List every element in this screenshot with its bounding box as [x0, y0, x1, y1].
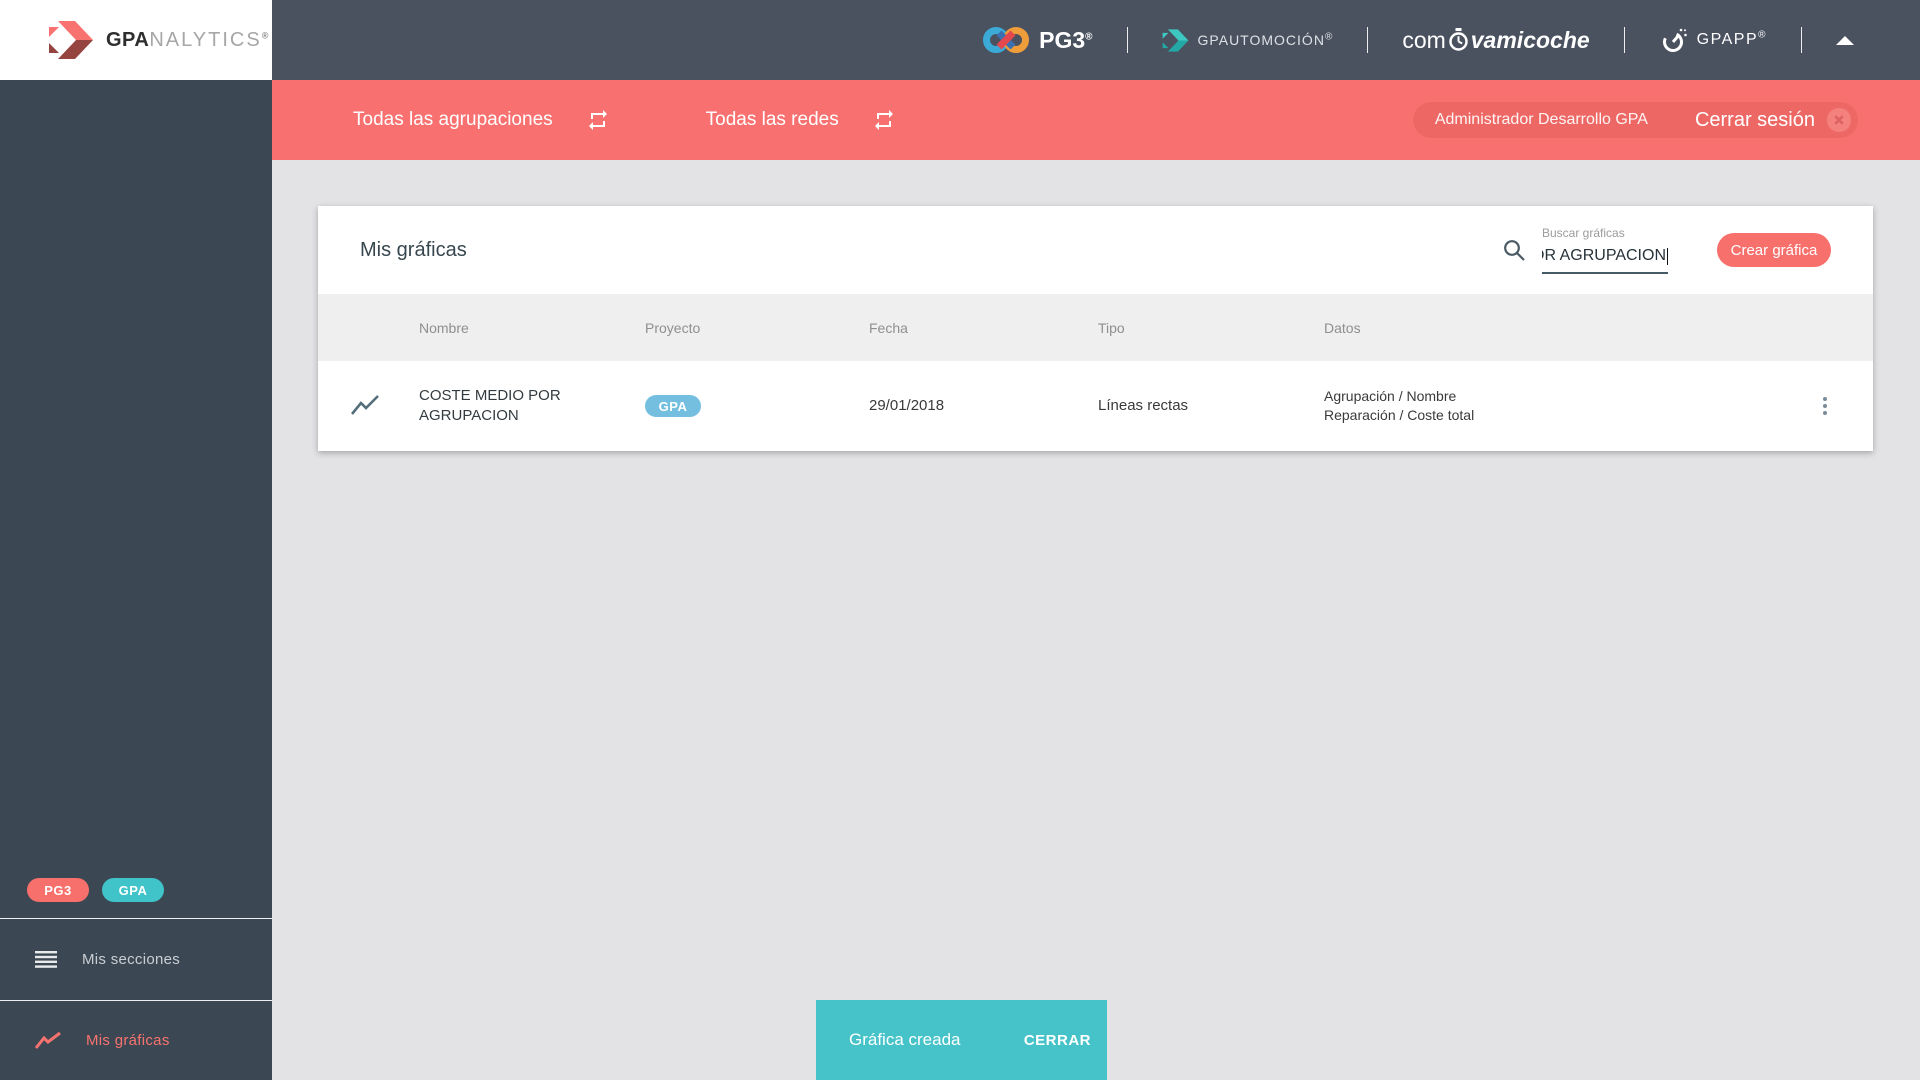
sidebar: PG3 GPA Mis secciones Mis gráficas: [0, 80, 272, 1080]
filter-bar: Todas las agrupaciones Todas las redes A…: [272, 80, 1920, 160]
gpa-analytics-logo[interactable]: GPANALYTICS®: [0, 0, 272, 80]
snackbar-close-button[interactable]: CERRAR: [1024, 1032, 1091, 1049]
column-header-proyecto: Proyecto: [645, 319, 701, 336]
sidebar-item-label: Mis gráficas: [86, 1032, 170, 1049]
row-data: Agrupación / Nombre Reparación / Coste t…: [1324, 387, 1777, 425]
column-header-nombre: Nombre: [419, 319, 469, 336]
agrupaciones-filter-label[interactable]: Todas las agrupaciones: [353, 109, 553, 131]
search-icon[interactable]: [1502, 238, 1526, 262]
sidebar-item-label: Mis secciones: [82, 951, 181, 968]
row-chart-icon: [350, 394, 380, 418]
page-title: Mis gráficas: [360, 238, 467, 261]
comprovamicoche-suffix: vamicoche: [1470, 26, 1590, 53]
user-name: Administrador Desarrollo GPA: [1434, 111, 1648, 128]
row-project-cell: GPA: [645, 395, 869, 417]
row-type-cell: Líneas rectas: [1098, 397, 1324, 415]
row-data-line1: Agrupación / Nombre: [1324, 388, 1457, 404]
top-bar: PG3® GPAUTOMOCIÓN® com vamicoche GPAPP®: [272, 0, 1920, 80]
row-date: 29/01/2018: [869, 397, 945, 414]
row-date-cell: 29/01/2018: [869, 397, 1098, 415]
column-header-datos: Datos: [1324, 319, 1361, 336]
user-session-pill: Administrador Desarrollo GPA Cerrar sesi…: [1412, 102, 1858, 138]
search-input-value: OR AGRUPACION: [1542, 247, 1666, 264]
collapse-caret-icon[interactable]: [1836, 35, 1854, 45]
snackbar: Gráfica creada CERRAR: [816, 1000, 1107, 1080]
search-input-value-row: OR AGRUPACION: [1542, 247, 1668, 274]
redes-filter-label[interactable]: Todas las redes: [706, 109, 839, 131]
infinity-icon: [983, 24, 1030, 56]
logout-close-icon[interactable]: [1827, 108, 1851, 132]
gpa-arrow-icon: [48, 19, 94, 61]
badge-pg3[interactable]: PG3: [27, 878, 89, 902]
snackbar-message: Gráfica creada: [849, 1030, 961, 1049]
column-header-tipo: Tipo: [1098, 319, 1125, 336]
brand-gpa: GPA: [106, 28, 150, 51]
row-type: Líneas rectas: [1098, 397, 1189, 414]
charts-card: Mis gráficas Buscar gráficas OR AGRUPACI…: [318, 206, 1873, 451]
gpapp-label: GPAPP®: [1696, 29, 1767, 48]
gpapp-logo[interactable]: GPAPP®: [1659, 26, 1767, 55]
chart-line-icon: [35, 1031, 61, 1051]
gpautomocion-registered-mark: ®: [1324, 31, 1334, 43]
sidebar-badges-row: PG3 GPA: [0, 878, 272, 918]
brand-registered-mark: ®: [261, 29, 269, 40]
swap-agrupaciones-icon[interactable]: [586, 108, 610, 132]
menu-icon: [35, 951, 57, 968]
logout-button[interactable]: Cerrar sesión: [1695, 109, 1815, 132]
pg3-registered-mark: ®: [1085, 30, 1093, 42]
row-data-cell: Agrupación / Nombre Reparación / Coste t…: [1324, 387, 1777, 425]
table-header: Nombre Proyecto Fecha Tipo Datos: [318, 294, 1873, 361]
table-row[interactable]: COSTE MEDIO POR AGRUPACION GPA 29/01/201…: [318, 361, 1873, 451]
search-input[interactable]: Buscar gráficas OR AGRUPACION: [1542, 226, 1668, 274]
row-name: COSTE MEDIO POR AGRUPACION: [419, 387, 561, 424]
gpautomocion-logo[interactable]: GPAUTOMOCIÓN®: [1162, 28, 1334, 53]
pg3-label: PG3®: [1039, 26, 1093, 53]
text-cursor: [1667, 248, 1668, 265]
separator: [1801, 27, 1802, 53]
gpautomocion-label: GPAUTOMOCIÓN®: [1197, 31, 1334, 48]
brand-nalytics: NALYTICS: [149, 28, 262, 51]
row-icon-cell: [318, 394, 419, 418]
row-name-cell: COSTE MEDIO POR AGRUPACION: [419, 386, 645, 426]
sidebar-item-mis-graficas[interactable]: Mis gráficas: [0, 1000, 272, 1080]
wrench-icon: [1659, 26, 1688, 55]
comprovamicoche-prefix: com: [1402, 26, 1446, 53]
pg3-logo[interactable]: PG3®: [983, 24, 1093, 56]
separator: [1126, 27, 1128, 53]
gpautomocion-arrow-icon: [1162, 28, 1189, 53]
project-badge: GPA: [645, 395, 701, 417]
badge-gpa[interactable]: GPA: [102, 878, 164, 902]
swap-redes-icon[interactable]: [872, 108, 896, 132]
clock-icon: [1446, 28, 1471, 52]
column-header-fecha: Fecha: [869, 319, 908, 336]
sidebar-item-mis-secciones[interactable]: Mis secciones: [0, 918, 272, 1000]
row-menu-button[interactable]: [1817, 391, 1833, 421]
brand-text: GPANALYTICS®: [106, 29, 269, 52]
comprovamicoche-logo[interactable]: com vamicoche: [1402, 27, 1589, 54]
row-menu-cell: [1777, 391, 1873, 421]
separator: [1623, 27, 1625, 53]
separator: [1367, 27, 1369, 53]
search-input-label: Buscar gráficas: [1542, 226, 1625, 240]
gpapp-registered-mark: ®: [1758, 29, 1767, 41]
row-data-line2: Reparación / Coste total: [1324, 407, 1475, 423]
card-header: Mis gráficas Buscar gráficas OR AGRUPACI…: [318, 206, 1873, 294]
create-chart-button[interactable]: Crear gráfica: [1717, 233, 1831, 267]
